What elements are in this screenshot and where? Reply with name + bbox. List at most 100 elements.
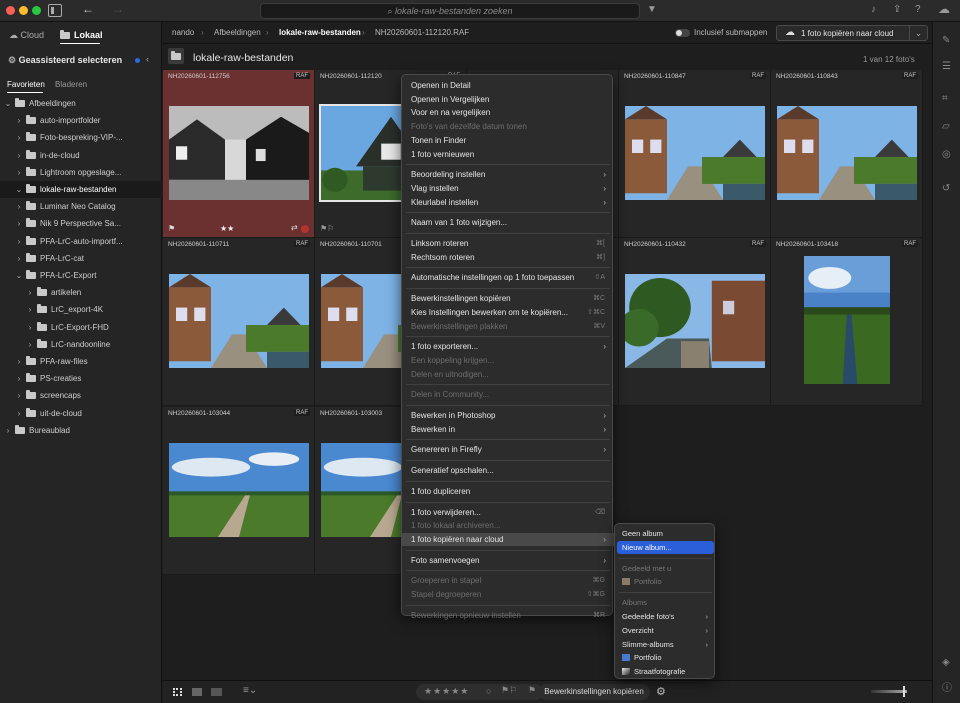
menu-item[interactable]: Automatische instellingen op 1 foto toep… — [402, 271, 614, 284]
zoom-window-button[interactable] — [32, 6, 41, 15]
share-icon[interactable]: ⇪ — [893, 4, 901, 15]
menu-item[interactable]: Bewerken in › — [402, 423, 614, 436]
menu-item[interactable]: Tonen in Finder — [402, 134, 614, 147]
eraser-icon[interactable]: ▱ — [942, 122, 952, 132]
photo-cell[interactable]: NH20260601-103418 RAF — [771, 238, 923, 406]
photo-thumbnail[interactable] — [625, 106, 765, 200]
chevron-right-icon[interactable]: › — [3, 422, 13, 439]
minimize-window-button[interactable] — [19, 6, 28, 15]
chevron-right-icon[interactable]: › — [14, 233, 24, 250]
submenu-item[interactable]: Geen album — [617, 527, 714, 540]
chevron-down-icon[interactable]: ⌄ — [14, 267, 24, 284]
sidebar-item-folder[interactable]: › LrC-Export-FHD — [0, 319, 162, 336]
search-field[interactable]: ⌕ lokale-raw-bestanden zoeken — [260, 3, 640, 19]
forward-arrow-icon[interactable]: → — [112, 2, 124, 16]
sliders-icon[interactable]: ☰ — [942, 62, 952, 72]
sidebar-item-folder[interactable]: › uit-de-cloud — [0, 405, 162, 422]
sidebar-item-folder[interactable]: › Luminar Neo Catalog — [0, 198, 162, 215]
chevron-right-icon[interactable]: › — [14, 405, 24, 422]
chevron-right-icon[interactable]: › — [14, 147, 24, 164]
chevron-right-icon[interactable]: › — [25, 336, 35, 353]
reject-circle-icon[interactable]: ○ — [486, 686, 491, 696]
menu-item[interactable]: Naam van 1 foto wijzigen... — [402, 216, 614, 229]
star-rating-icons[interactable]: ★★★★★ — [424, 686, 469, 697]
chevron-right-icon[interactable]: › — [14, 250, 24, 267]
chevron-right-icon[interactable]: › — [14, 215, 24, 232]
chevron-down-icon[interactable]: ⌄ — [14, 181, 24, 198]
close-window-button[interactable] — [6, 6, 15, 15]
back-arrow-icon[interactable]: ← — [82, 2, 94, 16]
menu-item[interactable]: Kleurlabel instellen › — [402, 196, 614, 209]
submenu-item[interactable]: Gedeelde foto's › — [617, 610, 714, 623]
info-icon[interactable]: ⓘ — [942, 684, 952, 694]
mask-icon[interactable]: ◎ — [942, 150, 952, 160]
chevron-right-icon[interactable]: › — [14, 370, 24, 387]
edit-icon[interactable]: ✎ — [942, 36, 952, 46]
photo-cell[interactable]: NH20260601-110432 RAF — [619, 238, 771, 406]
submenu-item[interactable]: Overzicht › — [617, 624, 714, 637]
chevron-right-icon[interactable]: › — [25, 319, 35, 336]
sidebar-item-folder[interactable]: › in-de-cloud — [0, 147, 162, 164]
sidebar-item-folder[interactable]: › LrC_export-4K — [0, 301, 162, 318]
chevron-down-icon[interactable]: ⌄ — [909, 26, 927, 40]
source-local-tab[interactable]: Lokaal — [60, 30, 103, 40]
chevron-right-icon[interactable]: › — [14, 198, 24, 215]
sidebar-item-folder[interactable]: ⌄ Afbeeldingen — [0, 95, 162, 112]
photo-thumbnail[interactable] — [169, 443, 309, 537]
thumbnail-size-slider[interactable] — [871, 690, 907, 693]
flag-icon[interactable]: ⚑⚐ — [501, 685, 517, 696]
menu-item[interactable]: Beoordeling instellen › — [402, 168, 614, 181]
crop-icon[interactable]: ⌗ — [942, 94, 952, 104]
copy-to-cloud-button[interactable]: ☁ 1 foto kopiëren naar cloud ⌄ — [776, 25, 928, 41]
photo-cell[interactable]: NH20260601-112756 RAF ⚑ ★★ ⇄ — [163, 70, 315, 238]
detail-view-icon[interactable] — [211, 688, 222, 696]
square-grid-icon[interactable] — [192, 688, 202, 696]
sidebar-item-folder[interactable]: › PS-creaties — [0, 370, 162, 387]
photo-cell[interactable]: NH20260601-103044 RAF — [163, 407, 315, 575]
submenu-item[interactable]: Straatfotografie — [617, 665, 714, 678]
sidebar-item-folder[interactable]: › LrC-nandoonline — [0, 336, 162, 353]
sidebar-item-folder[interactable]: ⌄ PFA-LrC-Export — [0, 267, 162, 284]
sidebar-item-folder[interactable]: › auto-importfolder — [0, 112, 162, 129]
photo-thumbnail[interactable] — [804, 256, 890, 384]
help-icon[interactable]: ? — [915, 4, 921, 15]
chevron-right-icon[interactable]: › — [14, 353, 24, 370]
chevron-right-icon[interactable]: › — [25, 301, 35, 318]
menu-item[interactable]: 1 foto exporteren... › — [402, 340, 614, 353]
sidebar-item-folder[interactable]: › screencaps — [0, 387, 162, 404]
chevron-right-icon[interactable]: › — [14, 164, 24, 181]
chevron-right-icon[interactable]: › — [14, 387, 24, 404]
sidebar-item-folder[interactable]: › Nik 9 Perspective Sa... — [0, 215, 162, 232]
sidebar-item-folder[interactable]: ⌄ lokale-raw-bestanden — [0, 181, 162, 198]
sidebar-item-folder[interactable]: › artikelen — [0, 284, 162, 301]
flag-icon[interactable]: ⚑⚐ — [320, 224, 334, 233]
filter-icon[interactable]: ▼ — [647, 4, 657, 15]
photo-cell[interactable]: NH20260601-110847 RAF — [619, 70, 771, 238]
submenu-item[interactable]: Nieuw album... — [617, 540, 714, 554]
menu-item[interactable]: Kies Instellingen bewerken om te kopiëre… — [402, 306, 614, 319]
tab-favorites[interactable]: Favorieten — [7, 80, 45, 89]
grid-view-icon[interactable] — [173, 688, 182, 696]
tab-browse[interactable]: Bladeren — [55, 80, 87, 89]
chevron-right-icon[interactable]: › — [14, 129, 24, 146]
color-label-dot[interactable] — [301, 225, 309, 233]
sort-icon[interactable]: ≡⌄ — [243, 685, 257, 696]
sidebar-item-folder[interactable]: › Bureaublad — [0, 422, 162, 439]
menu-item[interactable]: Vlag instellen › — [402, 182, 614, 195]
sidebar-item-folder[interactable]: › PFA-raw-files — [0, 353, 162, 370]
breadcrumb-current-folder[interactable]: lokale-raw-bestanden — [279, 28, 361, 37]
slider-handle[interactable] — [903, 686, 905, 697]
copy-edit-settings-button[interactable]: Bewerkinstellingen kopiëren — [538, 684, 650, 700]
menu-item[interactable]: Foto samenvoegen › — [402, 554, 614, 567]
sidebar-toggle-icon[interactable] — [48, 4, 62, 17]
menu-item[interactable]: 1 foto vernieuwen — [402, 148, 614, 161]
star-rating[interactable]: ★★ — [220, 224, 234, 233]
chevron-right-icon[interactable]: › — [14, 112, 24, 129]
include-subfolders-toggle[interactable] — [675, 29, 690, 37]
collapse-sidebar-icon[interactable]: ‹ — [146, 54, 149, 64]
notifications-icon[interactable]: ♪ — [871, 4, 876, 15]
photo-cell[interactable]: NH20260601-110711 RAF — [163, 238, 315, 406]
submenu-item[interactable]: Slimme-albums › — [617, 638, 714, 651]
menu-item[interactable]: Bewerkinstellingen kopiëren ⌘C — [402, 292, 614, 305]
history-icon[interactable]: ↺ — [942, 184, 952, 194]
